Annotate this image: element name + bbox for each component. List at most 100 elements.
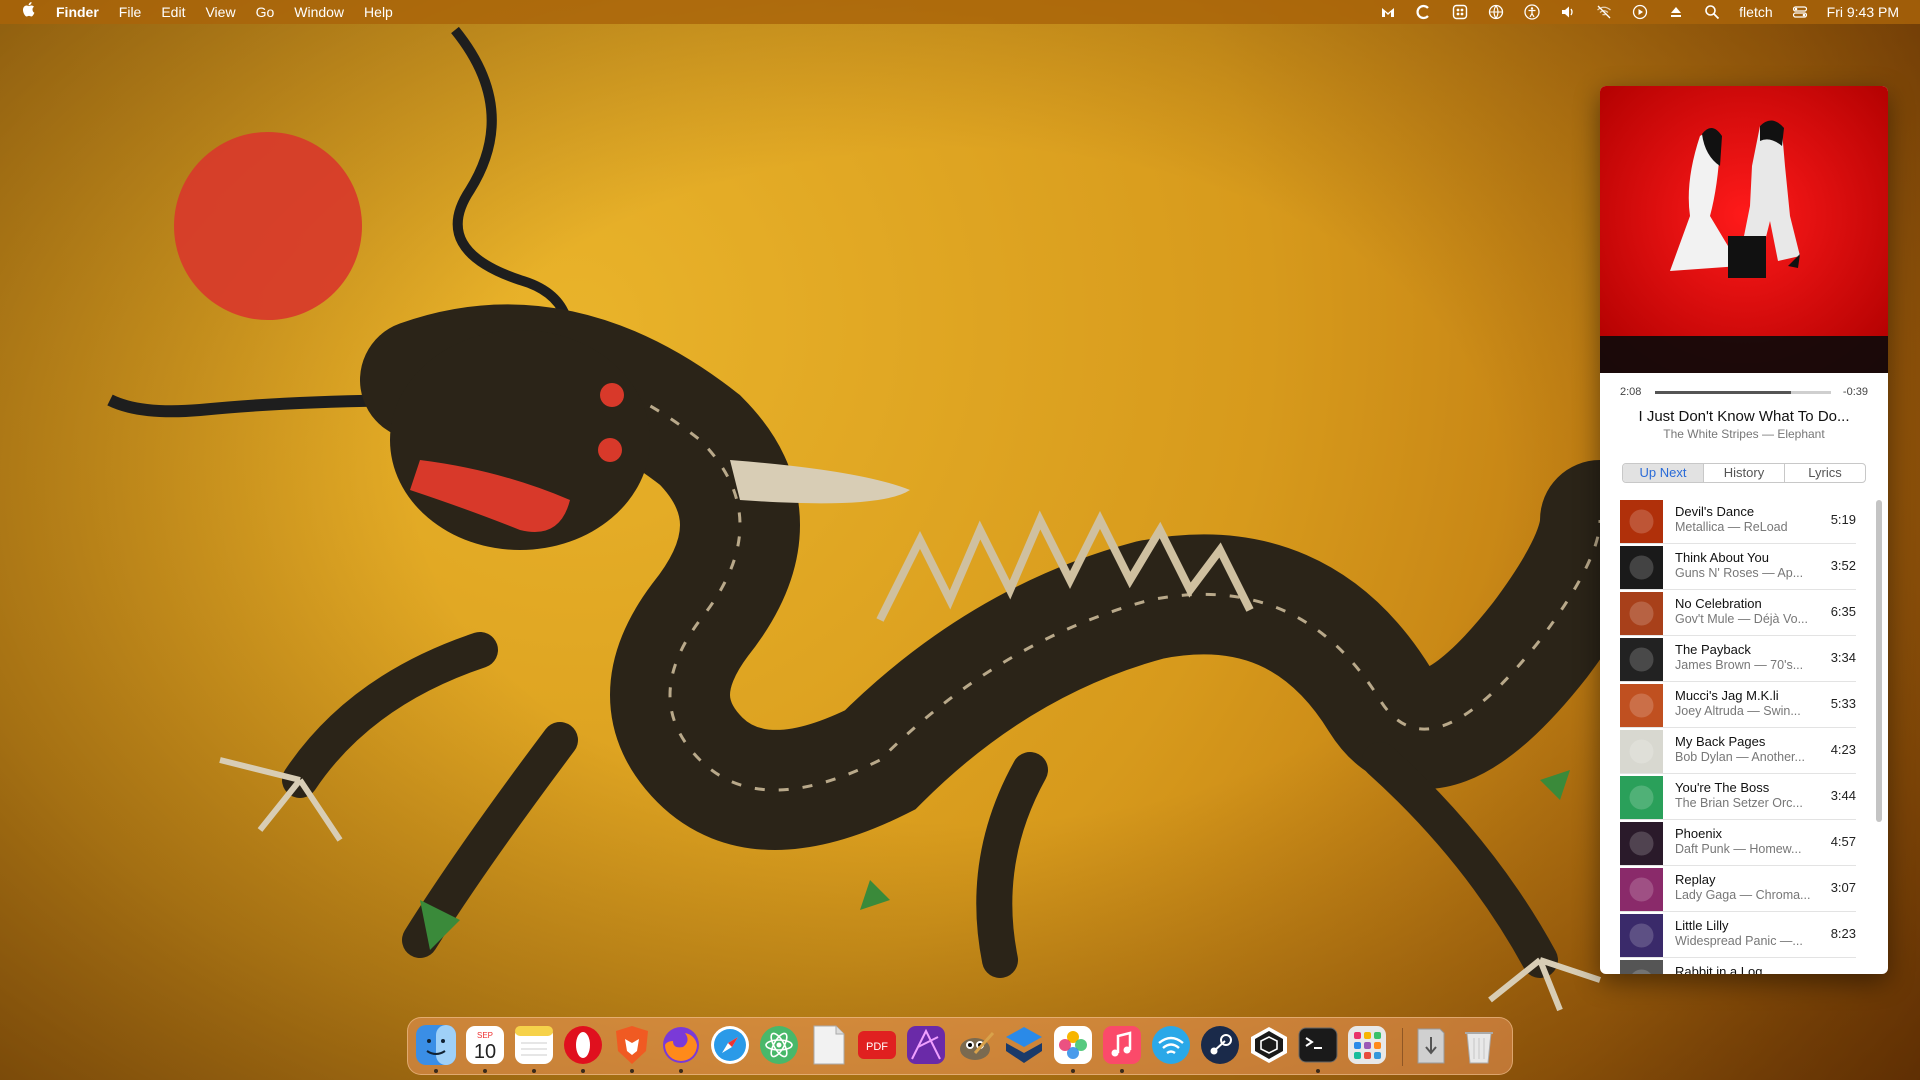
music-icon[interactable] [1100,1023,1144,1067]
control-center-icon[interactable] [1782,0,1818,24]
queue-row[interactable]: No Celebration Gov't Mule — Déjà Vo... 6:3… [1620,590,1856,636]
queue-track-title: Little Lilly [1675,918,1729,933]
running-indicator [1316,1069,1320,1073]
queue-album-art [1620,546,1663,589]
play-icon[interactable] [1622,0,1658,24]
queue-track-title: Replay [1675,872,1716,887]
malwarebytes-icon[interactable] [1370,0,1406,24]
tab-up-next[interactable]: Up Next [1623,464,1703,482]
running-indicator [581,1069,585,1073]
running-indicator [679,1069,683,1073]
firefox-icon[interactable] [659,1023,703,1067]
wifi-off-icon[interactable] [1586,0,1622,24]
queue-track-title: No Celebration [1675,596,1762,611]
progress-track[interactable] [1655,390,1831,394]
queue-track-duration: 6:35 [1830,604,1856,619]
opera-icon[interactable] [561,1023,605,1067]
queue-track-duration: 4:23 [1830,742,1856,757]
menu-help[interactable]: Help [354,0,403,24]
queue-row[interactable]: Devil's Dance Metallica — ReLoad 5:19 [1620,498,1856,544]
search-icon[interactable] [1694,0,1730,24]
queue-row[interactable]: Rabbit in a Log [1620,958,1856,974]
menu-window[interactable]: Window [284,0,354,24]
brave-icon[interactable] [610,1023,654,1067]
affinity-photo-icon[interactable] [904,1023,948,1067]
queue-row[interactable]: The Payback James Brown — 70's... 3:34 [1620,636,1856,682]
svg-text:10: 10 [474,1041,496,1063]
pdf-expert-icon[interactable]: PDF [855,1023,899,1067]
queue-album-art [1620,684,1663,727]
queue-track-duration: 4:57 [1830,834,1856,849]
wifi-explorer-icon[interactable] [1149,1023,1193,1067]
queue-track-duration: 8:23 [1830,926,1856,941]
user-name[interactable]: fletch [1730,0,1781,24]
queue-track-artist: Joey Altruda — Swin... [1675,704,1801,718]
terminal-icon[interactable] [1296,1023,1340,1067]
album-art[interactable] [1600,86,1888,373]
queue-album-art [1620,638,1663,681]
cleanmymac-icon[interactable] [1406,0,1442,24]
queue-row[interactable]: Think About You Guns N' Roses — Ap... 3:52 [1620,544,1856,590]
queue-track-title: Devil's Dance [1675,504,1755,519]
queue-album-art [1620,776,1663,819]
progress-fill [1655,390,1791,394]
queue-album-art [1620,960,1663,974]
queue-track-duration: 3:07 [1830,880,1856,895]
accessibility-icon[interactable] [1514,0,1550,24]
queue-album-art [1620,868,1663,911]
apple-icon[interactable] [12,0,46,24]
queue-row[interactable]: Little Lilly Widespread Panic —... 8:23 [1620,912,1856,958]
queue-row[interactable]: Mucci's Jag M.K.li Joey Altruda — Swin...… [1620,682,1856,728]
up-next-list: Devil's Dance Metallica — ReLoad 5:19 Think… [1620,498,1868,974]
menu-view[interactable]: View [195,0,245,24]
layers-app-icon[interactable] [1002,1023,1046,1067]
queue-scrollbar[interactable] [1876,500,1882,822]
downloads-stack-icon[interactable] [1408,1023,1452,1067]
queue-row[interactable]: You're The Boss The Brian Setzer Orc... 3:… [1620,774,1856,820]
queue-track-artist: The Brian Setzer Orc... [1675,796,1803,810]
gimp-icon[interactable] [953,1023,997,1067]
sketchup-icon[interactable] [1247,1023,1291,1067]
track-title: I Just Don't Know What To Do... [1638,408,1850,425]
eject-icon[interactable] [1658,0,1694,24]
queue-album-art [1620,730,1663,773]
launchpad-icon[interactable] [1345,1023,1389,1067]
queue-track-duration: 3:52 [1830,558,1856,573]
trash-icon[interactable] [1457,1023,1501,1067]
queue-row[interactable]: My Back Pages Bob Dylan — Another... 4:23 [1620,728,1856,774]
menu-go[interactable]: Go [246,0,285,24]
queue-row[interactable]: Replay Lady Gaga — Chroma... 3:07 [1620,866,1856,912]
menu-edit[interactable]: Edit [151,0,195,24]
queue-album-art [1620,914,1663,957]
atom-icon[interactable] [757,1023,801,1067]
queue-row[interactable]: Phoenix Daft Punk — Homew... 4:57 [1620,820,1856,866]
running-indicator [630,1069,634,1073]
vpn-globe-icon[interactable] [1478,0,1514,24]
tab-lyrics[interactable]: Lyrics [1784,464,1865,482]
queue-track-title: The Payback [1675,642,1751,657]
photos-icon[interactable] [1051,1023,1095,1067]
calendar-icon[interactable]: SEP 10 [463,1023,507,1067]
menu-app-finder[interactable]: Finder [46,0,109,24]
queue-album-art [1620,500,1663,543]
queue-track-artist: Daft Punk — Homew... [1675,842,1802,856]
track-artist-album: The White Stripes — Elephant [1663,427,1825,441]
finder-icon[interactable] [414,1023,458,1067]
svg-text:PDF: PDF [866,1041,888,1053]
safari-icon[interactable] [708,1023,752,1067]
queue-track-title: My Back Pages [1675,734,1766,749]
running-indicator [1071,1069,1075,1073]
svg-text:SEP: SEP [477,1031,493,1040]
menubar-clock[interactable]: Fri 9:43 PM [1818,0,1908,24]
notes-icon[interactable] [512,1023,556,1067]
tab-history[interactable]: History [1703,464,1784,482]
textedit-icon[interactable] [806,1023,850,1067]
control-grid-icon[interactable] [1442,0,1478,24]
menu-bar: Finder File Edit View Go Window Help fle… [0,0,1920,24]
volume-icon[interactable] [1550,0,1586,24]
menu-file[interactable]: File [109,0,152,24]
steam-icon[interactable] [1198,1023,1242,1067]
dock-separator [1402,1028,1403,1066]
dock: SEP 10 PDF [407,1017,1513,1075]
queue-track-artist: Bob Dylan — Another... [1675,750,1805,764]
